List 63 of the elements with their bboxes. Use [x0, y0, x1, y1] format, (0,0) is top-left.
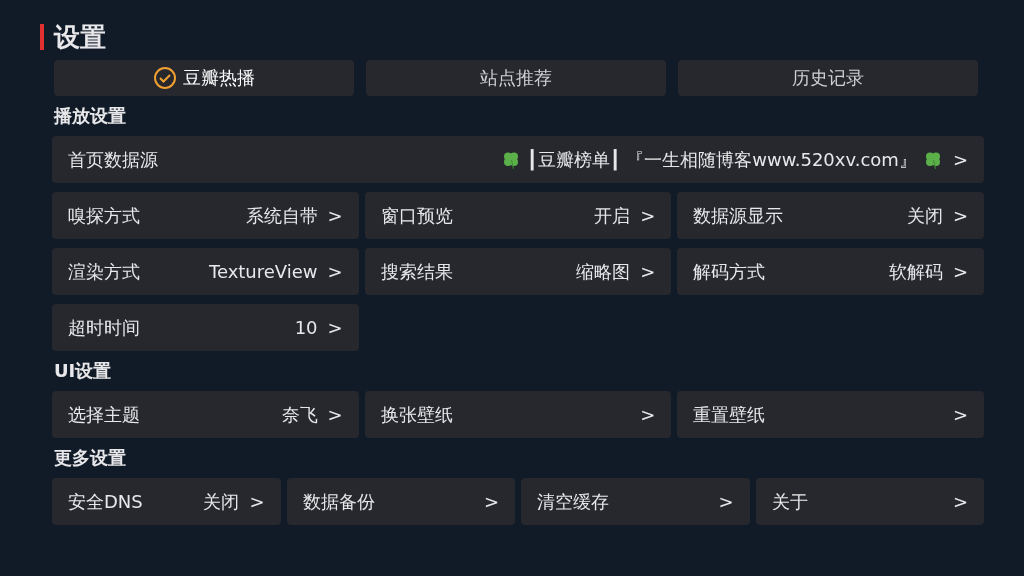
section-title: 播放设置	[54, 104, 127, 128]
setting-value: 10	[294, 317, 318, 338]
section-title: UI设置	[54, 359, 113, 383]
check-circle-icon	[153, 66, 177, 90]
setting-value: TextureView	[208, 261, 318, 282]
setting-label: 安全DNS	[68, 489, 144, 514]
setting-value: ┃豆瓣榜单┃ 『一生相随博客www.520xv.com』	[526, 147, 917, 172]
chevron-icon: >	[327, 205, 343, 226]
setting-label: 首页数据源	[68, 147, 159, 172]
setting-label: 选择主题	[68, 402, 141, 427]
setting-value: 软解码	[888, 259, 943, 284]
setting-label: 数据源显示	[693, 203, 785, 228]
setting-label: 数据备份	[302, 489, 376, 514]
chevron-icon: >	[640, 261, 656, 282]
setting-item[interactable]: 数据备份 >	[286, 478, 515, 525]
setting-item[interactable]: 选择主题 奈飞 >	[52, 391, 359, 438]
chevron-icon: >	[952, 491, 968, 512]
setting-item[interactable]: 解码方式 软解码 >	[677, 248, 984, 295]
chevron-icon: >	[327, 404, 343, 425]
setting-item[interactable]: 重置壁纸 >	[677, 391, 984, 438]
chevron-icon: >	[718, 491, 734, 512]
setting-label: 换张壁纸	[380, 402, 454, 427]
chevron-icon: >	[952, 149, 968, 170]
setting-label: 超时时间	[68, 315, 141, 340]
setting-value: 关闭	[906, 203, 943, 228]
setting-item[interactable]: 安全DNS 关闭 >	[52, 478, 281, 525]
setting-label: 渲染方式	[68, 259, 141, 284]
chevron-icon: >	[327, 261, 343, 282]
setting-item[interactable]: 清空缓存 >	[521, 478, 750, 525]
setting-item[interactable]: 窗口预览 开启 >	[364, 192, 672, 239]
setting-label: 关于	[771, 489, 809, 514]
setting-item[interactable]: 搜索结果 缩略图 >	[364, 248, 672, 295]
setting-label: 嗅探方式	[68, 203, 141, 228]
setting-label: 搜索结果	[380, 259, 454, 284]
setting-value: 关闭	[203, 489, 240, 514]
chevron-icon: >	[640, 205, 656, 226]
tab[interactable]: 站点推荐	[366, 60, 666, 96]
setting-item[interactable]: 首页数据源 ┃豆瓣榜单┃ 『一生相随博客www.520xv.com』 >	[52, 136, 984, 183]
setting-item[interactable]: 数据源显示 关闭 >	[677, 192, 984, 239]
chevron-icon: >	[483, 491, 499, 512]
chevron-icon: >	[952, 205, 968, 226]
chevron-icon: >	[952, 261, 968, 282]
setting-value: 奈飞	[281, 402, 318, 427]
chevron-icon: >	[640, 404, 656, 425]
setting-label: 解码方式	[693, 259, 767, 284]
setting-value: 开启	[594, 203, 631, 228]
chevron-icon: >	[952, 404, 968, 425]
chevron-icon: >	[327, 317, 343, 338]
chevron-icon: >	[249, 491, 265, 512]
setting-item[interactable]: 换张壁纸 >	[364, 391, 672, 438]
setting-value: 缩略图	[576, 259, 631, 284]
page-title: 设置	[54, 20, 106, 54]
setting-label: 窗口预览	[380, 203, 454, 228]
setting-label: 清空缓存	[537, 489, 610, 514]
setting-item[interactable]: 嗅探方式 系统自带 >	[52, 192, 359, 239]
setting-item[interactable]: 关于 >	[755, 478, 984, 525]
setting-item[interactable]: 超时时间 10 >	[52, 304, 359, 351]
section-title: 更多设置	[54, 446, 127, 470]
tab[interactable]: 豆瓣热播	[54, 60, 354, 96]
tab[interactable]: 历史记录	[678, 60, 978, 96]
setting-label: 重置壁纸	[693, 402, 767, 427]
setting-value: 系统自带	[245, 203, 318, 228]
setting-item[interactable]: 渲染方式 TextureView >	[52, 248, 359, 295]
